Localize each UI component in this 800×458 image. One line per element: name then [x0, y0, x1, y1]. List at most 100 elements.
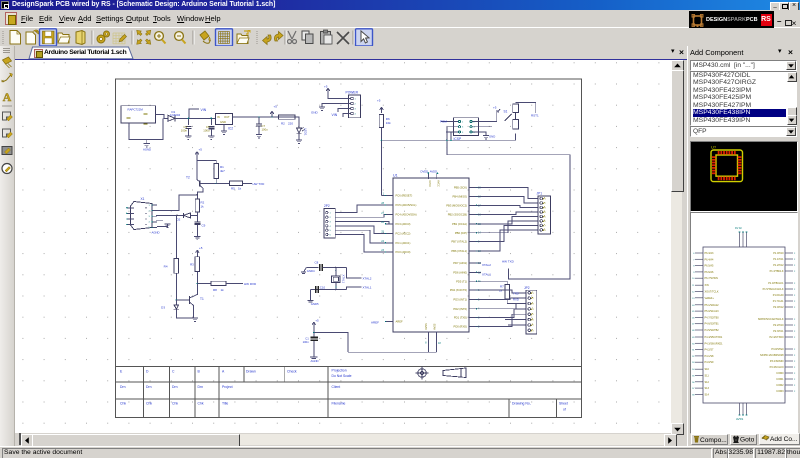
svg-text:4k7: 4k7 [220, 169, 225, 173]
svg-text:VIN: VIN [332, 113, 338, 117]
svg-text:GND5: GND5 [311, 302, 319, 306]
svg-text:Drn: Drn [146, 385, 152, 389]
svg-text:P6.6/A6: P6.6/A6 [705, 271, 715, 274]
svg-text:COM1: COM1 [776, 378, 784, 381]
svg-text:PC2 (ADC2): PC2 (ADC2) [396, 232, 411, 236]
svg-text:1k: 1k [238, 187, 242, 191]
svg-text:55: 55 [692, 376, 695, 378]
svg-text:P1.0/TA0: P1.0/TA0 [773, 252, 784, 255]
svg-text:P4.0/S9: P4.0/S9 [705, 361, 715, 364]
svg-text:2: 2 [794, 331, 796, 333]
svg-text:100n: 100n [303, 340, 310, 344]
svg-text:PB6 (XTAL1): PB6 (XTAL1) [451, 249, 467, 253]
svg-text:P4.6/S3/TB1: P4.6/S3/TB1 [705, 323, 720, 326]
svg-text:2: 2 [794, 361, 796, 363]
svg-text:2: 2 [794, 367, 796, 369]
svg-text:PB0 (ICP): PB0 (ICP) [455, 231, 467, 235]
svg-text:P2.3/TA1: P2.3/TA1 [773, 330, 784, 333]
svg-text:Projection: Projection [332, 369, 347, 373]
svg-text:C10: C10 [320, 286, 326, 290]
svg-text:57: 57 [692, 388, 695, 390]
svg-text:AVCC: AVCC [436, 180, 439, 187]
svg-text:PGM: PGM [440, 120, 447, 124]
svg-text:2: 2 [794, 295, 796, 297]
svg-text:PC3 (ADC3): PC3 (ADC3) [396, 222, 411, 226]
svg-text:AGND: AGND [152, 231, 160, 235]
svg-text:S10: S10 [705, 368, 710, 371]
svg-text:47: 47 [692, 324, 695, 326]
svg-text:2: 2 [794, 259, 796, 261]
svg-text:XTAL1: XTAL1 [482, 272, 491, 276]
svg-text:HW RXD: HW RXD [244, 282, 257, 286]
svg-text:PD3 (INT1): PD3 (INT1) [453, 298, 467, 302]
svg-text:P2.2/TA0: P2.2/TA0 [773, 324, 784, 327]
svg-text:+5: +5 [324, 85, 328, 89]
svg-text:Do Not Scale: Do Not Scale [332, 374, 352, 378]
svg-text:S3/PW.1/UCB0SOMI: S3/PW.1/UCB0SOMI [760, 354, 784, 357]
svg-text:Drawn: Drawn [246, 370, 256, 374]
svg-text:2: 2 [794, 271, 796, 273]
svg-text:PB4 (MISO): PB4 (MISO) [453, 195, 468, 199]
svg-text:PC1 (ADC1): PC1 (ADC1) [396, 241, 411, 245]
svg-text:1N4004: 1N4004 [170, 113, 181, 117]
svg-text:RAPC722M: RAPC722M [128, 108, 144, 112]
svg-text:P1.1/TA1: P1.1/TA1 [773, 258, 784, 261]
svg-text:Check: Check [287, 370, 297, 374]
svg-text:10k: 10k [386, 121, 391, 125]
svg-text:of: of [563, 408, 566, 412]
svg-text:AVSS: AVSS [736, 417, 743, 421]
svg-text:PB2 (SS/OC1B): PB2 (SS/OC1B) [448, 213, 467, 217]
svg-text:2: 2 [794, 283, 796, 285]
svg-text:50: 50 [692, 343, 695, 345]
svg-text:P4.7/S2/TB0: P4.7/S2/TB0 [705, 316, 720, 319]
svg-text:220: 220 [288, 122, 293, 126]
svg-text:+5: +5 [199, 246, 203, 250]
svg-text:PD7 (AIN1): PD7 (AIN1) [453, 261, 467, 265]
svg-text:13: 13 [692, 298, 695, 300]
svg-text:Client: Client [332, 385, 341, 389]
svg-text:GND: GND [489, 135, 495, 139]
svg-text:D3: D3 [161, 306, 165, 310]
svg-text:2P2: 2P2 [324, 204, 330, 208]
svg-text:S11: S11 [705, 375, 710, 378]
svg-text:U1: U1 [393, 174, 398, 178]
svg-text:XTAL1: XTAL1 [363, 286, 372, 290]
svg-text:T2: T2 [186, 176, 190, 180]
svg-text:49: 49 [692, 337, 695, 339]
svg-text:PB3 (MOSI/OC2): PB3 (MOSI/OC2) [446, 203, 467, 207]
svg-text:R3: R3 [190, 263, 194, 267]
svg-text:AGND: AGND [311, 359, 319, 363]
svg-text:LED1: LED1 [304, 128, 308, 136]
svg-text:P1.7/CA1: P1.7/CA1 [773, 300, 784, 303]
svg-text:DVDD: DVDD [421, 170, 429, 174]
svg-text:P4.4/S5/UTXD1: P4.4/S5/UTXD1 [705, 336, 723, 339]
svg-text:ICSP: ICSP [454, 137, 462, 141]
svg-text:2: 2 [794, 355, 796, 357]
svg-text:P1.6/CA0: P1.6/CA0 [773, 294, 784, 297]
svg-text:2: 2 [794, 391, 796, 393]
svg-text:Chk: Chk [146, 402, 152, 406]
svg-text:52: 52 [692, 356, 695, 358]
svg-text:P3.2/SOMI0: P3.2/SOMI0 [770, 360, 784, 363]
svg-text:AVDD: AVDD [430, 170, 437, 174]
svg-text:VIN: VIN [201, 108, 207, 112]
svg-text:P3.3/UCLK0: P3.3/UCLK0 [770, 366, 785, 369]
svg-text:XTAL1: XTAL1 [342, 275, 346, 284]
svg-text:VeREF+: VeREF+ [705, 297, 715, 300]
svg-text:JP2: JP2 [524, 286, 530, 290]
svg-text:TXD: TXD [513, 291, 519, 295]
svg-text:AREF: AREF [396, 320, 404, 324]
svg-text:AREF: AREF [371, 321, 379, 325]
svg-text:P6.5/A5: P6.5/A5 [705, 265, 715, 268]
svg-text:P6.4/A4: P6.4/A4 [705, 258, 715, 261]
svg-text:X1: X1 [141, 197, 145, 201]
svg-text:GND: GND [311, 111, 319, 115]
svg-text:PC5 (ADC5/SCL): PC5 (ADC5/SCL) [396, 203, 417, 207]
svg-text:OUT: OUT [224, 115, 230, 119]
svg-text:P1.2/TA2: P1.2/TA2 [773, 264, 784, 267]
svg-text:C9: C9 [202, 224, 206, 228]
svg-text:45: 45 [692, 311, 695, 313]
svg-text:P4.2/S7: P4.2/S7 [705, 349, 715, 352]
svg-text:2: 2 [794, 319, 796, 321]
svg-text:2: 2 [794, 337, 796, 339]
